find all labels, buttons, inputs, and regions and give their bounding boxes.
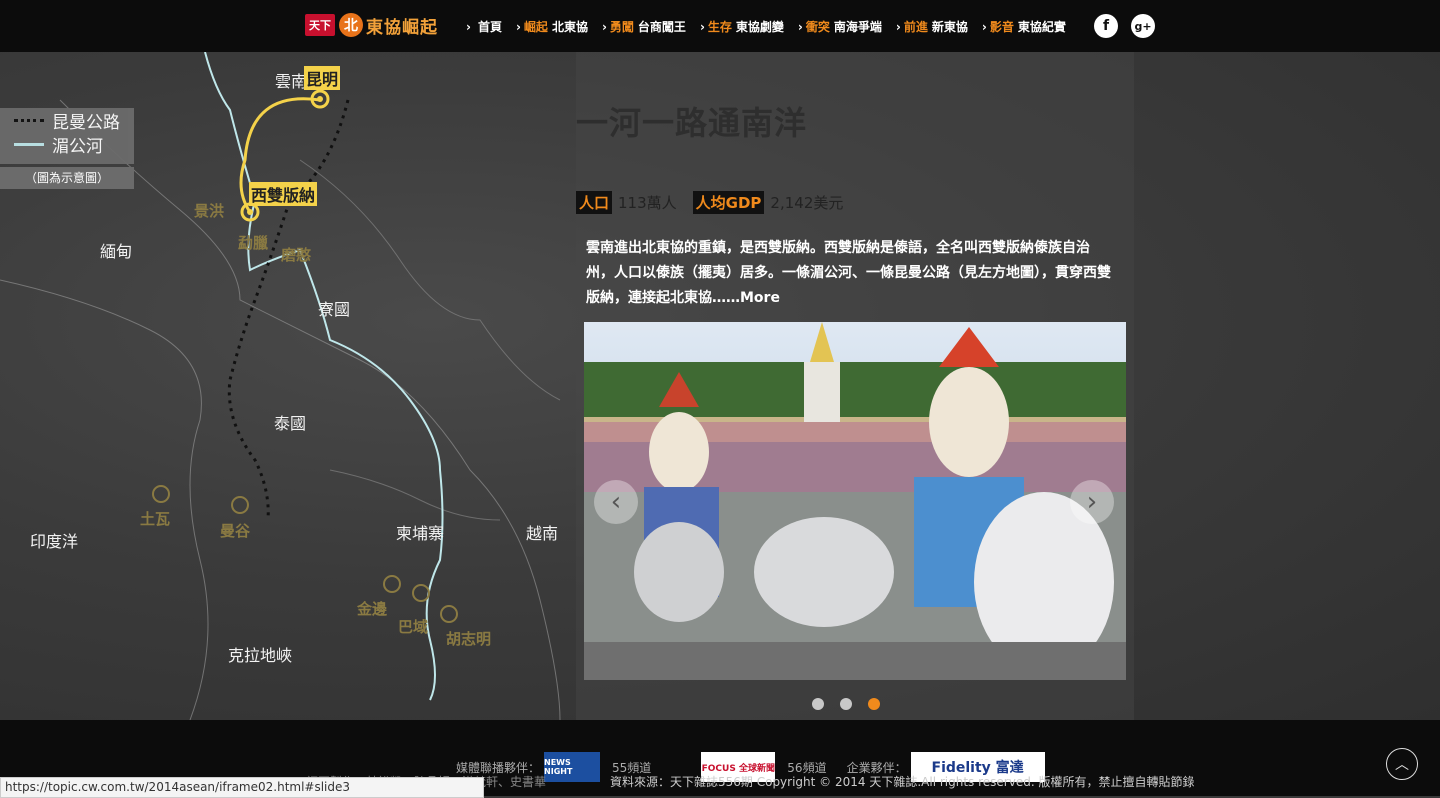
dotted-line-icon	[14, 118, 44, 122]
stat-population-value: 113萬人	[618, 194, 677, 212]
map-label-bavet: 巴域	[398, 618, 429, 636]
slide-dot-2[interactable]	[840, 698, 852, 710]
nav-item-label: 新東協	[931, 19, 968, 34]
map-label-kunming: 昆明	[304, 66, 341, 90]
map-label-xsbn: 西雙版納	[249, 182, 318, 206]
chevron-up-icon: ︿	[1395, 757, 1409, 773]
nav-item-highlight: 前進	[903, 19, 928, 34]
nav-item-highlight: 崛起	[523, 19, 548, 34]
googleplus-icon[interactable]: g+	[1131, 14, 1155, 38]
slide-dot-3[interactable]	[868, 698, 880, 710]
chevron-right-icon: ›	[895, 19, 901, 34]
legend-river-label: 湄公河	[52, 136, 103, 157]
nav-item-label: 台商闖王	[637, 19, 686, 34]
chevron-right-icon: ›	[466, 19, 471, 34]
map-legend: 昆曼公路 湄公河	[0, 108, 134, 164]
slide-dots	[812, 698, 896, 710]
stat-population-tag: 人口	[576, 191, 613, 214]
nav-item-home[interactable]: › 首頁	[466, 18, 502, 35]
nav-item-highlight: 生存	[707, 19, 732, 34]
top-navigation: 天下 北 東協崛起 › 首頁 › 崛起 北東協 › 勇闖 台商闖王 › 生存 東協劇變 › 衝突…	[0, 0, 1440, 52]
slide-prev-button[interactable]: ‹	[594, 480, 638, 524]
chevron-right-icon: ›	[601, 19, 607, 34]
nav-item-label: 首頁	[477, 19, 502, 34]
legend-river: 湄公河	[0, 132, 134, 157]
nav-item-south-china-sea[interactable]: › 衝突 南海爭端	[798, 18, 882, 35]
stats-row: 人口 113萬人 人均GDP 2,142美元	[576, 191, 859, 214]
nav-item-label: 北東協	[551, 19, 588, 34]
nav-item-label: 東協紀實	[1017, 19, 1066, 34]
map-label-burma: 緬甸	[100, 242, 133, 261]
newsnight-label: NEWS NIGHT	[544, 758, 573, 776]
copyright: 資料來源：天下雜誌556期 Copyright © 2014 天下雜誌.All …	[610, 775, 1195, 789]
nav-item-north-asean[interactable]: › 崛起 北東協	[516, 18, 588, 35]
status-bar-url: https://topic.cw.com.tw/2014asean/iframe…	[0, 777, 484, 798]
stat-gdp-tag: 人均GDP	[692, 191, 765, 214]
legend-road-label: 昆曼公路	[52, 112, 120, 133]
nav-links: › 首頁 › 崛起 北東協 › 勇闖 台商闖王 › 生存 東協劇變 › 衝突 南海爭端 › 前進 新東…	[466, 0, 1080, 52]
nav-item-asean-change[interactable]: › 生存 東協劇變	[700, 18, 784, 35]
map-label-laos: 寮國	[318, 300, 351, 319]
map-label-mengla: 勐臘	[238, 234, 269, 252]
map-label-thailand: 泰國	[274, 414, 307, 433]
article-description: 雲南進出北東協的重鎮，是西雙版納。西雙版納是傣語，全名叫西雙版納傣族自治州，人口…	[586, 236, 1116, 311]
map-label-kra: 克拉地峽	[228, 646, 293, 665]
map-label-tuwa: 土瓦	[140, 510, 171, 528]
map-label-jinbian: 金邊	[357, 600, 388, 618]
chevron-right-icon: ›	[981, 19, 987, 34]
solid-line-icon	[14, 142, 44, 146]
map-label-bangkok: 曼谷	[220, 522, 251, 540]
facebook-icon[interactable]: f	[1094, 14, 1118, 38]
slide-next-button[interactable]: ›	[1070, 480, 1114, 524]
newsnight-logo[interactable]: NEWS NIGHT	[544, 752, 601, 782]
stat-gdp-value: 2,142美元	[770, 194, 844, 212]
map-label-indian-ocean: 印度洋	[30, 532, 79, 551]
more-link[interactable]: More	[740, 290, 780, 306]
nav-item-label: 南海爭端	[833, 19, 882, 34]
map-label-cambodia: 柬埔寨	[396, 524, 445, 543]
nav-item-label: 東協劇變	[735, 19, 784, 34]
chevron-right-icon: ›	[699, 19, 705, 34]
page-title: 一河一路通南洋	[576, 104, 808, 142]
nav-item-new-asean[interactable]: › 前進 新東協	[896, 18, 968, 35]
slide-photo	[584, 322, 1126, 680]
nav-item-taiwan-business[interactable]: › 勇闖 台商闖王	[602, 18, 686, 35]
site-logo[interactable]: 天下 北 東協崛起	[305, 8, 438, 42]
map-label-vietnam: 越南	[526, 524, 559, 543]
nav-item-highlight: 勇闖	[609, 19, 634, 34]
cw-logo: 天下	[305, 14, 335, 36]
map: 昆曼公路 湄公河 （圖為示意圖） 雲南 昆明 西雙版納 景洪 勐臘 磨憨 緬甸 …	[0, 51, 576, 721]
nav-item-highlight: 衝突	[805, 19, 830, 34]
nav-item-highlight: 影音	[989, 19, 1014, 34]
back-to-top-button[interactable]: ︿	[1386, 748, 1418, 780]
map-label-jinghong: 景洪	[194, 202, 225, 220]
map-note: （圖為示意圖）	[0, 167, 134, 189]
nav-item-documentary[interactable]: › 影音 東協紀實	[982, 18, 1066, 35]
focus-label: FOCUS 全球新聞	[701, 763, 775, 774]
legend-road: 昆曼公路	[0, 108, 134, 133]
map-label-yunnan: 雲南	[275, 72, 308, 91]
description-text: 雲南進出北東協的重鎮，是西雙版納。西雙版納是傣語，全名叫西雙版納傣族自治州，人口…	[586, 240, 1111, 306]
festival-photo	[584, 322, 1126, 680]
map-label-hcmc: 胡志明	[446, 630, 492, 648]
chevron-right-icon: ›	[797, 19, 803, 34]
chevron-right-icon: ›	[515, 19, 521, 34]
slide-dot-1[interactable]	[812, 698, 824, 710]
map-label-mohan: 磨憨	[281, 246, 312, 264]
north-badge: 北	[339, 13, 363, 37]
logo-title: 東協崛起	[366, 17, 438, 38]
